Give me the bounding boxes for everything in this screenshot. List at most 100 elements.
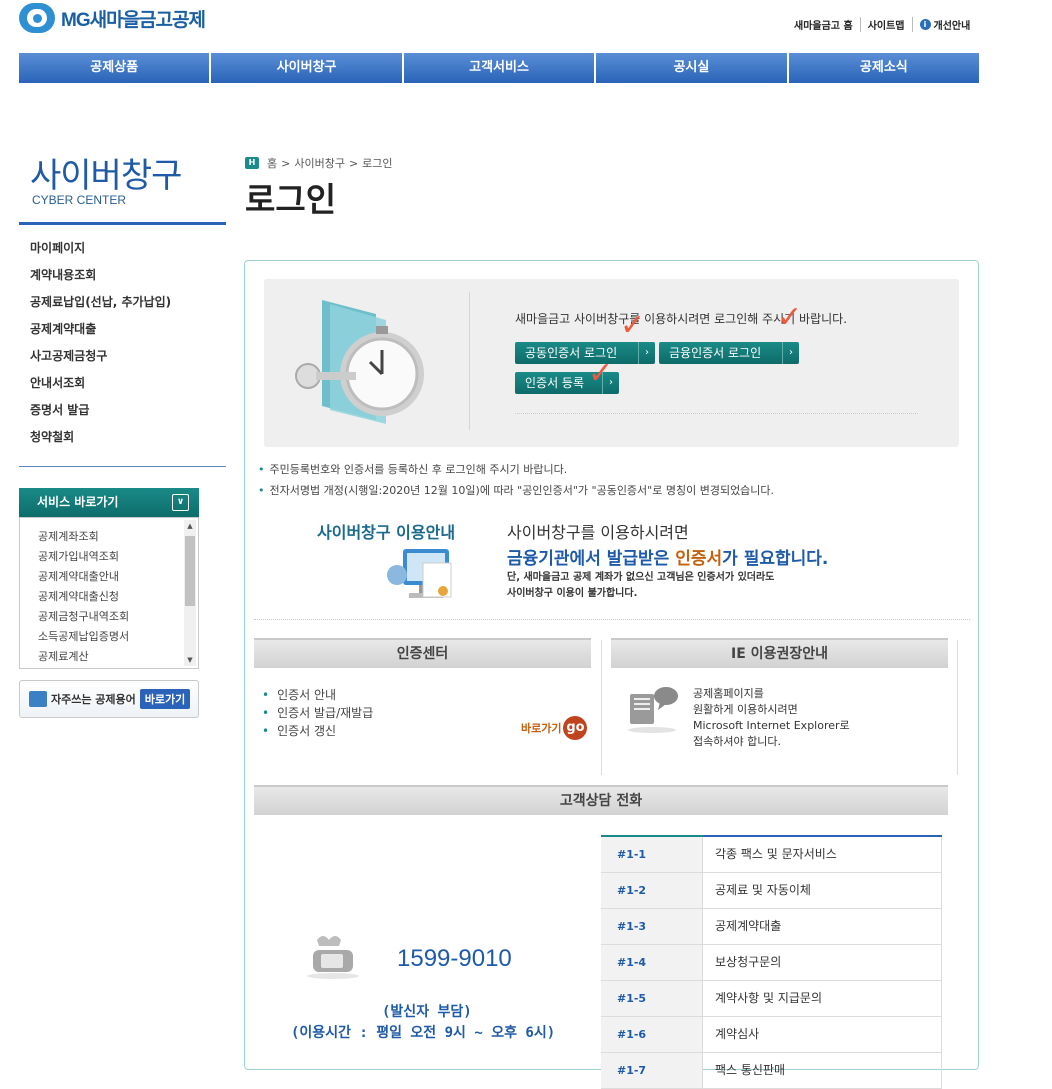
table-row: #1-6 계약심사 [601, 1017, 942, 1053]
cert-highlight: 인증서 [675, 549, 723, 569]
guide-divider [254, 619, 970, 620]
lnb-subtitle: CYBER CENTER [32, 193, 127, 207]
scroll-down-icon[interactable]: ▼ [184, 654, 196, 666]
breadcrumb-cyber[interactable]: 사이버창구 [294, 155, 345, 171]
call-center-header: 고객상담 전화 [254, 785, 948, 815]
shortcut-item[interactable]: 소득공제납입증명서 [38, 627, 198, 647]
arrow-right-icon: › [782, 342, 799, 364]
lnb-item[interactable]: 계약내용조회 [30, 265, 171, 292]
shortcut-item[interactable]: 공제계약대출신청 [38, 587, 198, 607]
call-menu-table: #1-1 각종 팩스 및 문자서비스 #1-2 공제료 및 자동이체 #1-3 공제계… [601, 835, 942, 1089]
check-mark-icon: ✓ [777, 300, 803, 335]
table-row: #1-2 공제료 및 자동이체 [601, 873, 942, 909]
lnb-item[interactable]: 증명서 발급 [30, 400, 171, 427]
login-notes: • 주민등록번호와 인증서를 등록하신 후 로그인해 주시기 바랍니다. • 전자서… [258, 460, 774, 502]
ie-guide-text: 공제홈페이지를 원활하게 이용하시려면 Microsoft Internet E… [693, 687, 850, 748]
login-panel-divider [469, 292, 470, 430]
service-shortcut-list: 공제계좌조회 공제가입내역조회 공제계약대출안내 공제계약대출신청 공제금청구내… [19, 517, 199, 669]
check-mark-icon: ✓ [620, 308, 646, 343]
cert-item[interactable]: • 인증서 갱신 [262, 722, 373, 740]
lnb-item[interactable]: 사고공제금청구 [30, 346, 171, 373]
call-center-payer: (발신자 부담) [382, 1004, 472, 1020]
util-improve-link[interactable]: i 개선안내 [911, 17, 978, 32]
lnb-item[interactable]: 마이페이지 [30, 238, 171, 265]
go-icon: go [563, 716, 588, 740]
shortcut-scrollbar[interactable]: ▲ ▼ [184, 520, 196, 666]
cert-item[interactable]: • 인증서 안내 [262, 686, 373, 704]
gnb-customer-service[interactable]: 고객서비스 [404, 53, 597, 83]
chevron-down-icon[interactable]: ∨ [172, 494, 189, 511]
login-panel-dash [515, 413, 918, 414]
breadcrumb-home[interactable]: 홈 [267, 155, 277, 171]
table-row: #1-7 팩스 통신판매 [601, 1053, 942, 1089]
ie-guide-header: IE 이용권장안내 [611, 638, 948, 668]
document-chat-icon [628, 687, 678, 733]
global-nav: 공제상품 사이버창구 고객서비스 공시실 공제소식 [19, 53, 979, 83]
table-row: #1-4 보상청구문의 [601, 945, 942, 981]
guide-line2: 금융기관에서 발급받은 인증서가 필요합니다. [507, 549, 829, 569]
table-row: #1-1 각종 팩스 및 문자서비스 [601, 837, 942, 873]
info-icon: i [919, 19, 931, 30]
cert-item[interactable]: • 인증서 발급/재발급 [262, 704, 373, 722]
lnb-item[interactable]: 공제계약대출 [30, 319, 171, 346]
note-item: • 주민등록번호와 인증서를 등록하신 후 로그인해 주시기 바랍니다. [258, 463, 568, 476]
lnb-item[interactable]: 안내서조회 [30, 373, 171, 400]
lnb-divider [19, 222, 226, 225]
breadcrumb-current: 로그인 [362, 157, 393, 170]
glossary-banner[interactable]: 자주쓰는 공제용어 바로가기 [19, 680, 199, 718]
guide-line1: 사이버창구를 이용하시려면 [507, 523, 689, 542]
section-divider [957, 640, 958, 775]
glossary-label: 자주쓰는 공제용어 [51, 693, 136, 706]
telephone-icon [307, 936, 359, 979]
shortcut-item[interactable]: 공제료계산 [38, 647, 198, 667]
lnb-item[interactable]: 공제료납입(선납, 추가납입) [30, 292, 171, 319]
breadcrumb-sep: > [348, 156, 359, 170]
cert-center-goto[interactable]: 바로가기 go [521, 716, 588, 740]
table-row: #1-5 계약사항 및 지급문의 [601, 981, 942, 1017]
home-icon[interactable]: H [245, 157, 259, 169]
check-mark-icon: ✓ [588, 356, 614, 391]
financial-cert-login-label: 금융인증서 로그인 [669, 346, 762, 360]
util-home-link[interactable]: 새마을금고 홈 [787, 17, 860, 32]
cert-register-label: 인증서 등록 [525, 376, 585, 390]
brand-logo[interactable]: MG새마을금고공제 [19, 2, 206, 34]
shortcut-item[interactable]: 공제계좌조회 [38, 527, 198, 547]
scroll-thumb[interactable] [185, 536, 195, 606]
call-center-phone: 1599-9010 [397, 945, 512, 972]
util-improve-label: 개선안내 [933, 21, 971, 32]
utility-nav: 새마을금고 홈 사이트맵 i 개선안내 [787, 17, 977, 32]
gnb-news[interactable]: 공제소식 [789, 53, 979, 83]
shortcut-item[interactable]: 공제계약대출안내 [38, 567, 198, 587]
glossary-go-button[interactable]: 바로가기 [139, 689, 191, 709]
shortcut-item[interactable]: 공제금청구내역조회 [38, 607, 198, 627]
cert-center-list: • 인증서 안내 • 인증서 발급/재발급 • 인증서 갱신 [262, 686, 373, 740]
gnb-disclosure[interactable]: 공시실 [596, 53, 789, 83]
folder-clock-illustration [295, 300, 424, 424]
service-shortcut-title: 서비스 바로가기 [37, 495, 119, 509]
call-center-hours: (이용시간 : 평일 오전 9시 ~ 오후 6시) [291, 1025, 556, 1041]
lnb-bottom-line [19, 466, 226, 467]
joint-cert-login-button[interactable]: 공동인증서 로그인 › [515, 342, 655, 364]
service-shortcut-header[interactable]: 서비스 바로가기 ∨ [19, 488, 199, 517]
table-row: #1-3 공제계약대출 [601, 909, 942, 945]
logo-icon [19, 3, 55, 33]
breadcrumb: H 홈 > 사이버창구 > 로그인 [245, 155, 393, 171]
gnb-cyber-center[interactable]: 사이버창구 [211, 53, 404, 83]
shortcut-item[interactable]: 공제가입내역조회 [38, 547, 198, 567]
page-title: 로그인 [245, 180, 337, 219]
scroll-up-icon[interactable]: ▲ [184, 520, 196, 532]
table-top-border [601, 835, 942, 837]
arrow-right-icon: › [638, 342, 655, 364]
lnb-menu: 마이페이지 계약내용조회 공제료납입(선납, 추가납입) 공제계약대출 사고공제… [30, 238, 171, 454]
lnb-item[interactable]: 청약철회 [30, 427, 171, 454]
gnb-products[interactable]: 공제상품 [19, 53, 212, 83]
computer-illustration [387, 549, 452, 598]
note-item: • 전자서명법 개정(시행일:2020년 12월 10일)에 따라 "공인인증서"… [258, 484, 775, 497]
util-sitemap-link[interactable]: 사이트맵 [859, 17, 912, 32]
financial-cert-login-button[interactable]: 금융인증서 로그인 › [659, 342, 799, 364]
section-divider [601, 640, 602, 775]
cert-center-header: 인증센터 [254, 638, 591, 668]
lnb-title: 사이버창구 [30, 157, 182, 195]
guide-title: 사이버창구 이용안내 [317, 523, 456, 542]
breadcrumb-sep: > [281, 156, 291, 170]
